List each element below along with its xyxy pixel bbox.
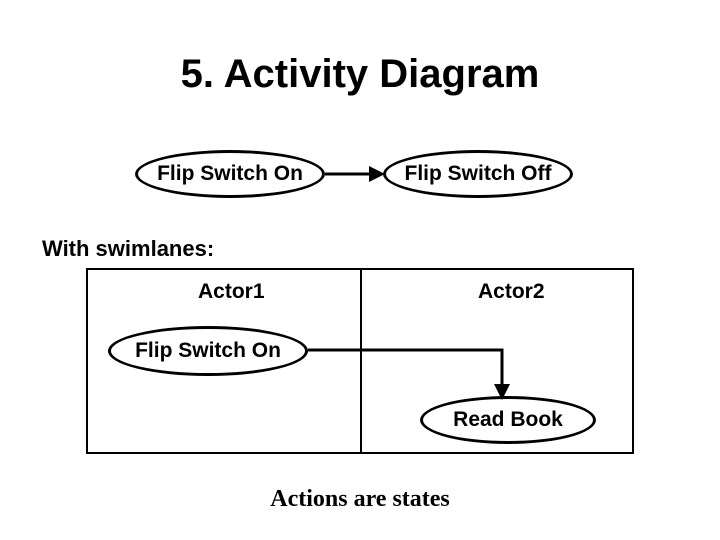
activity-label: Flip Switch Off bbox=[405, 162, 552, 186]
activity-flip-switch-on: Flip Switch On bbox=[135, 150, 325, 198]
activity-label: Flip Switch On bbox=[157, 162, 303, 186]
activity-flip-switch-off: Flip Switch Off bbox=[383, 150, 573, 198]
transition-arrow bbox=[325, 164, 385, 184]
swimlane-container: Actor1 Actor2 Flip Switch On Read Book bbox=[86, 268, 634, 454]
swimlane-header-actor1: Actor1 bbox=[198, 280, 265, 304]
activity-label: Flip Switch On bbox=[135, 339, 281, 363]
diagram-title: 5. Activity Diagram bbox=[0, 52, 720, 97]
swim-activity-flip-switch-on: Flip Switch On bbox=[108, 326, 308, 376]
swimlane-header-actor2: Actor2 bbox=[478, 280, 545, 304]
activity-label: Read Book bbox=[453, 408, 563, 432]
diagram-footnote: Actions are states bbox=[0, 486, 720, 513]
swim-transition-arrow bbox=[306, 340, 516, 410]
activity-diagram-slide: 5. Activity Diagram Flip Switch On Flip … bbox=[0, 0, 720, 540]
swimlanes-heading: With swimlanes: bbox=[42, 236, 214, 262]
